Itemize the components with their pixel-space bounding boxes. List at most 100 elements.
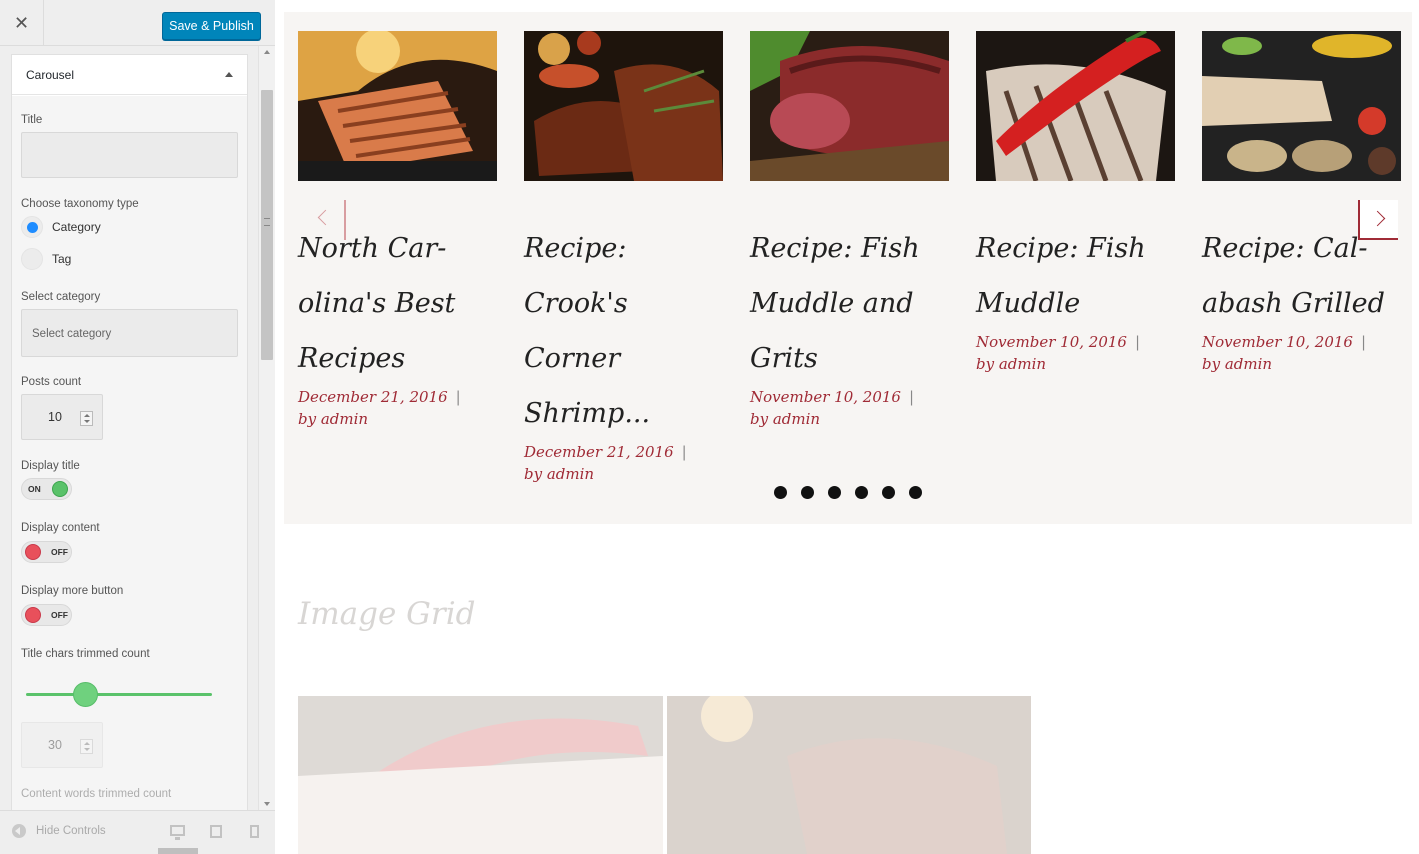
carousel-next-button[interactable] xyxy=(1358,200,1398,240)
radio-button-selected[interactable] xyxy=(21,216,43,238)
pagination-dot[interactable] xyxy=(774,486,787,499)
site-preview: North Car- olina's Best Recipes December… xyxy=(276,0,1419,854)
scroll-up-icon[interactable] xyxy=(264,50,270,54)
pagination-dot[interactable] xyxy=(801,486,814,499)
scroll-down-icon[interactable] xyxy=(264,802,270,806)
post-date[interactable]: November 10, 2016 xyxy=(1202,333,1353,351)
image-grid-heading: Image Grid xyxy=(298,596,476,632)
post-author[interactable]: by admin xyxy=(524,463,723,485)
pagination-dot[interactable] xyxy=(909,486,922,499)
toggle-knob xyxy=(25,607,41,623)
post-thumbnail[interactable] xyxy=(524,31,723,181)
desktop-icon[interactable] xyxy=(170,825,185,840)
title-trim-input[interactable]: 30 xyxy=(21,722,103,768)
carousel-slide[interactable]: Recipe: Fish Muddle November 10, 2016 | b… xyxy=(976,31,1175,375)
post-meta: December 21, 2016 | by admin xyxy=(524,441,723,485)
post-title[interactable]: Recipe: Crook's Corner Shrimp... xyxy=(524,221,723,441)
display-title-toggle[interactable]: ON xyxy=(21,478,72,500)
content-trim-label: Content words trimmed count xyxy=(21,788,172,800)
post-title-line: abash Grilled xyxy=(1202,288,1385,319)
title-input[interactable] xyxy=(21,132,238,178)
title-trim-label: Title chars trimmed count xyxy=(21,648,150,660)
posts-count-input[interactable]: 10 xyxy=(21,394,103,440)
post-title-line: Recipes xyxy=(298,343,406,374)
carousel-section: Carousel Title Choose taxonomy type Cate… xyxy=(11,54,248,810)
select-category-label: Select category xyxy=(21,291,101,303)
post-title-line: Shrimp... xyxy=(524,398,651,429)
section-body: Title Choose taxonomy type Category Tag … xyxy=(12,96,247,810)
display-more-toggle[interactable]: OFF xyxy=(21,604,72,626)
post-thumbnail[interactable] xyxy=(1202,31,1401,181)
title-trim-slider[interactable] xyxy=(26,682,212,707)
hide-controls-label: Hide Controls xyxy=(36,825,106,837)
radio-category[interactable]: Category xyxy=(21,216,101,238)
customizer-screen: ✕ Save & Publish Carousel Title Choose t… xyxy=(0,0,1419,854)
grid-image[interactable] xyxy=(298,696,663,854)
post-title-line: Recipe: Crook's xyxy=(524,233,628,319)
post-title-line: Grits xyxy=(750,343,818,374)
post-thumbnail[interactable] xyxy=(298,31,497,181)
display-content-label: Display content xyxy=(21,522,100,534)
carousel-pagination xyxy=(774,486,922,499)
post-date[interactable]: December 21, 2016 xyxy=(298,388,448,406)
title-trim-value: 30 xyxy=(48,738,62,752)
taxonomy-label: Choose taxonomy type xyxy=(21,198,139,210)
post-title-line: Muddle xyxy=(976,288,1081,319)
panel-footer: Hide Controls xyxy=(0,810,275,854)
carousel-prev-button[interactable] xyxy=(306,200,346,240)
display-content-toggle[interactable]: OFF xyxy=(21,541,72,563)
title-label: Title xyxy=(21,114,43,126)
slider-handle[interactable] xyxy=(73,682,98,707)
save-publish-button[interactable]: Save & Publish xyxy=(162,12,261,40)
post-author[interactable]: by admin xyxy=(976,353,1175,375)
post-meta: November 10, 2016 | by admin xyxy=(750,386,949,430)
radio-tag[interactable]: Tag xyxy=(21,248,71,270)
radio-button[interactable] xyxy=(21,248,43,270)
chevron-left-icon xyxy=(317,209,334,226)
scroll-thumb[interactable] xyxy=(261,90,273,360)
panel-scroll-area: Carousel Title Choose taxonomy type Cate… xyxy=(0,46,258,810)
posts-count-value: 10 xyxy=(48,410,62,424)
close-icon[interactable]: ✕ xyxy=(0,0,44,46)
carousel-slide[interactable]: Recipe: Fish Muddle and Grits November 1… xyxy=(750,31,949,430)
mobile-icon[interactable] xyxy=(250,825,259,838)
post-title[interactable]: North Car- olina's Best Recipes xyxy=(298,221,497,386)
toggle-knob xyxy=(25,544,41,560)
grid-image[interactable] xyxy=(667,696,1031,854)
post-thumbnail[interactable] xyxy=(976,31,1175,181)
post-author[interactable]: by admin xyxy=(1202,353,1401,375)
pagination-dot[interactable] xyxy=(828,486,841,499)
post-date[interactable]: November 10, 2016 xyxy=(976,333,1127,351)
post-title[interactable]: Recipe: Fish Muddle and Grits xyxy=(750,221,949,386)
panel-scrollbar[interactable] xyxy=(258,46,275,810)
section-toggle[interactable]: Carousel xyxy=(12,55,247,95)
posts-count-label: Posts count xyxy=(21,376,82,388)
post-date[interactable]: December 21, 2016 xyxy=(524,443,674,461)
hide-controls-button[interactable]: Hide Controls xyxy=(12,824,106,838)
post-meta: November 10, 2016 | by admin xyxy=(976,331,1175,375)
display-title-label: Display title xyxy=(21,460,80,472)
post-title-line: Recipe: Fish xyxy=(976,233,1146,264)
spinner-icon[interactable] xyxy=(80,411,93,426)
post-thumbnail[interactable] xyxy=(750,31,949,181)
toggle-state-text: ON xyxy=(28,484,41,494)
horizontal-scroll-thumb[interactable] xyxy=(158,848,198,854)
post-title-line: Recipe: Fish xyxy=(750,233,920,264)
section-title: Carousel xyxy=(26,67,75,82)
toggle-state-text: OFF xyxy=(51,610,68,620)
display-more-label: Display more button xyxy=(21,585,124,597)
posts-carousel: North Car- olina's Best Recipes December… xyxy=(284,12,1412,524)
select-category-dropdown[interactable]: Select category xyxy=(21,309,238,357)
pagination-dot[interactable] xyxy=(882,486,895,499)
post-meta: December 21, 2016 | by admin xyxy=(298,386,497,430)
tablet-icon[interactable] xyxy=(210,825,222,838)
post-title-line: Corner xyxy=(524,343,621,374)
post-date[interactable]: November 10, 2016 xyxy=(750,388,901,406)
chevron-right-icon xyxy=(1369,210,1386,227)
pagination-dot[interactable] xyxy=(855,486,868,499)
post-author[interactable]: by admin xyxy=(750,408,949,430)
carousel-slide[interactable]: Recipe: Crook's Corner Shrimp... Decembe… xyxy=(524,31,723,485)
post-author[interactable]: by admin xyxy=(298,408,497,430)
spinner-icon[interactable] xyxy=(80,739,93,754)
post-title[interactable]: Recipe: Fish Muddle xyxy=(976,221,1175,331)
